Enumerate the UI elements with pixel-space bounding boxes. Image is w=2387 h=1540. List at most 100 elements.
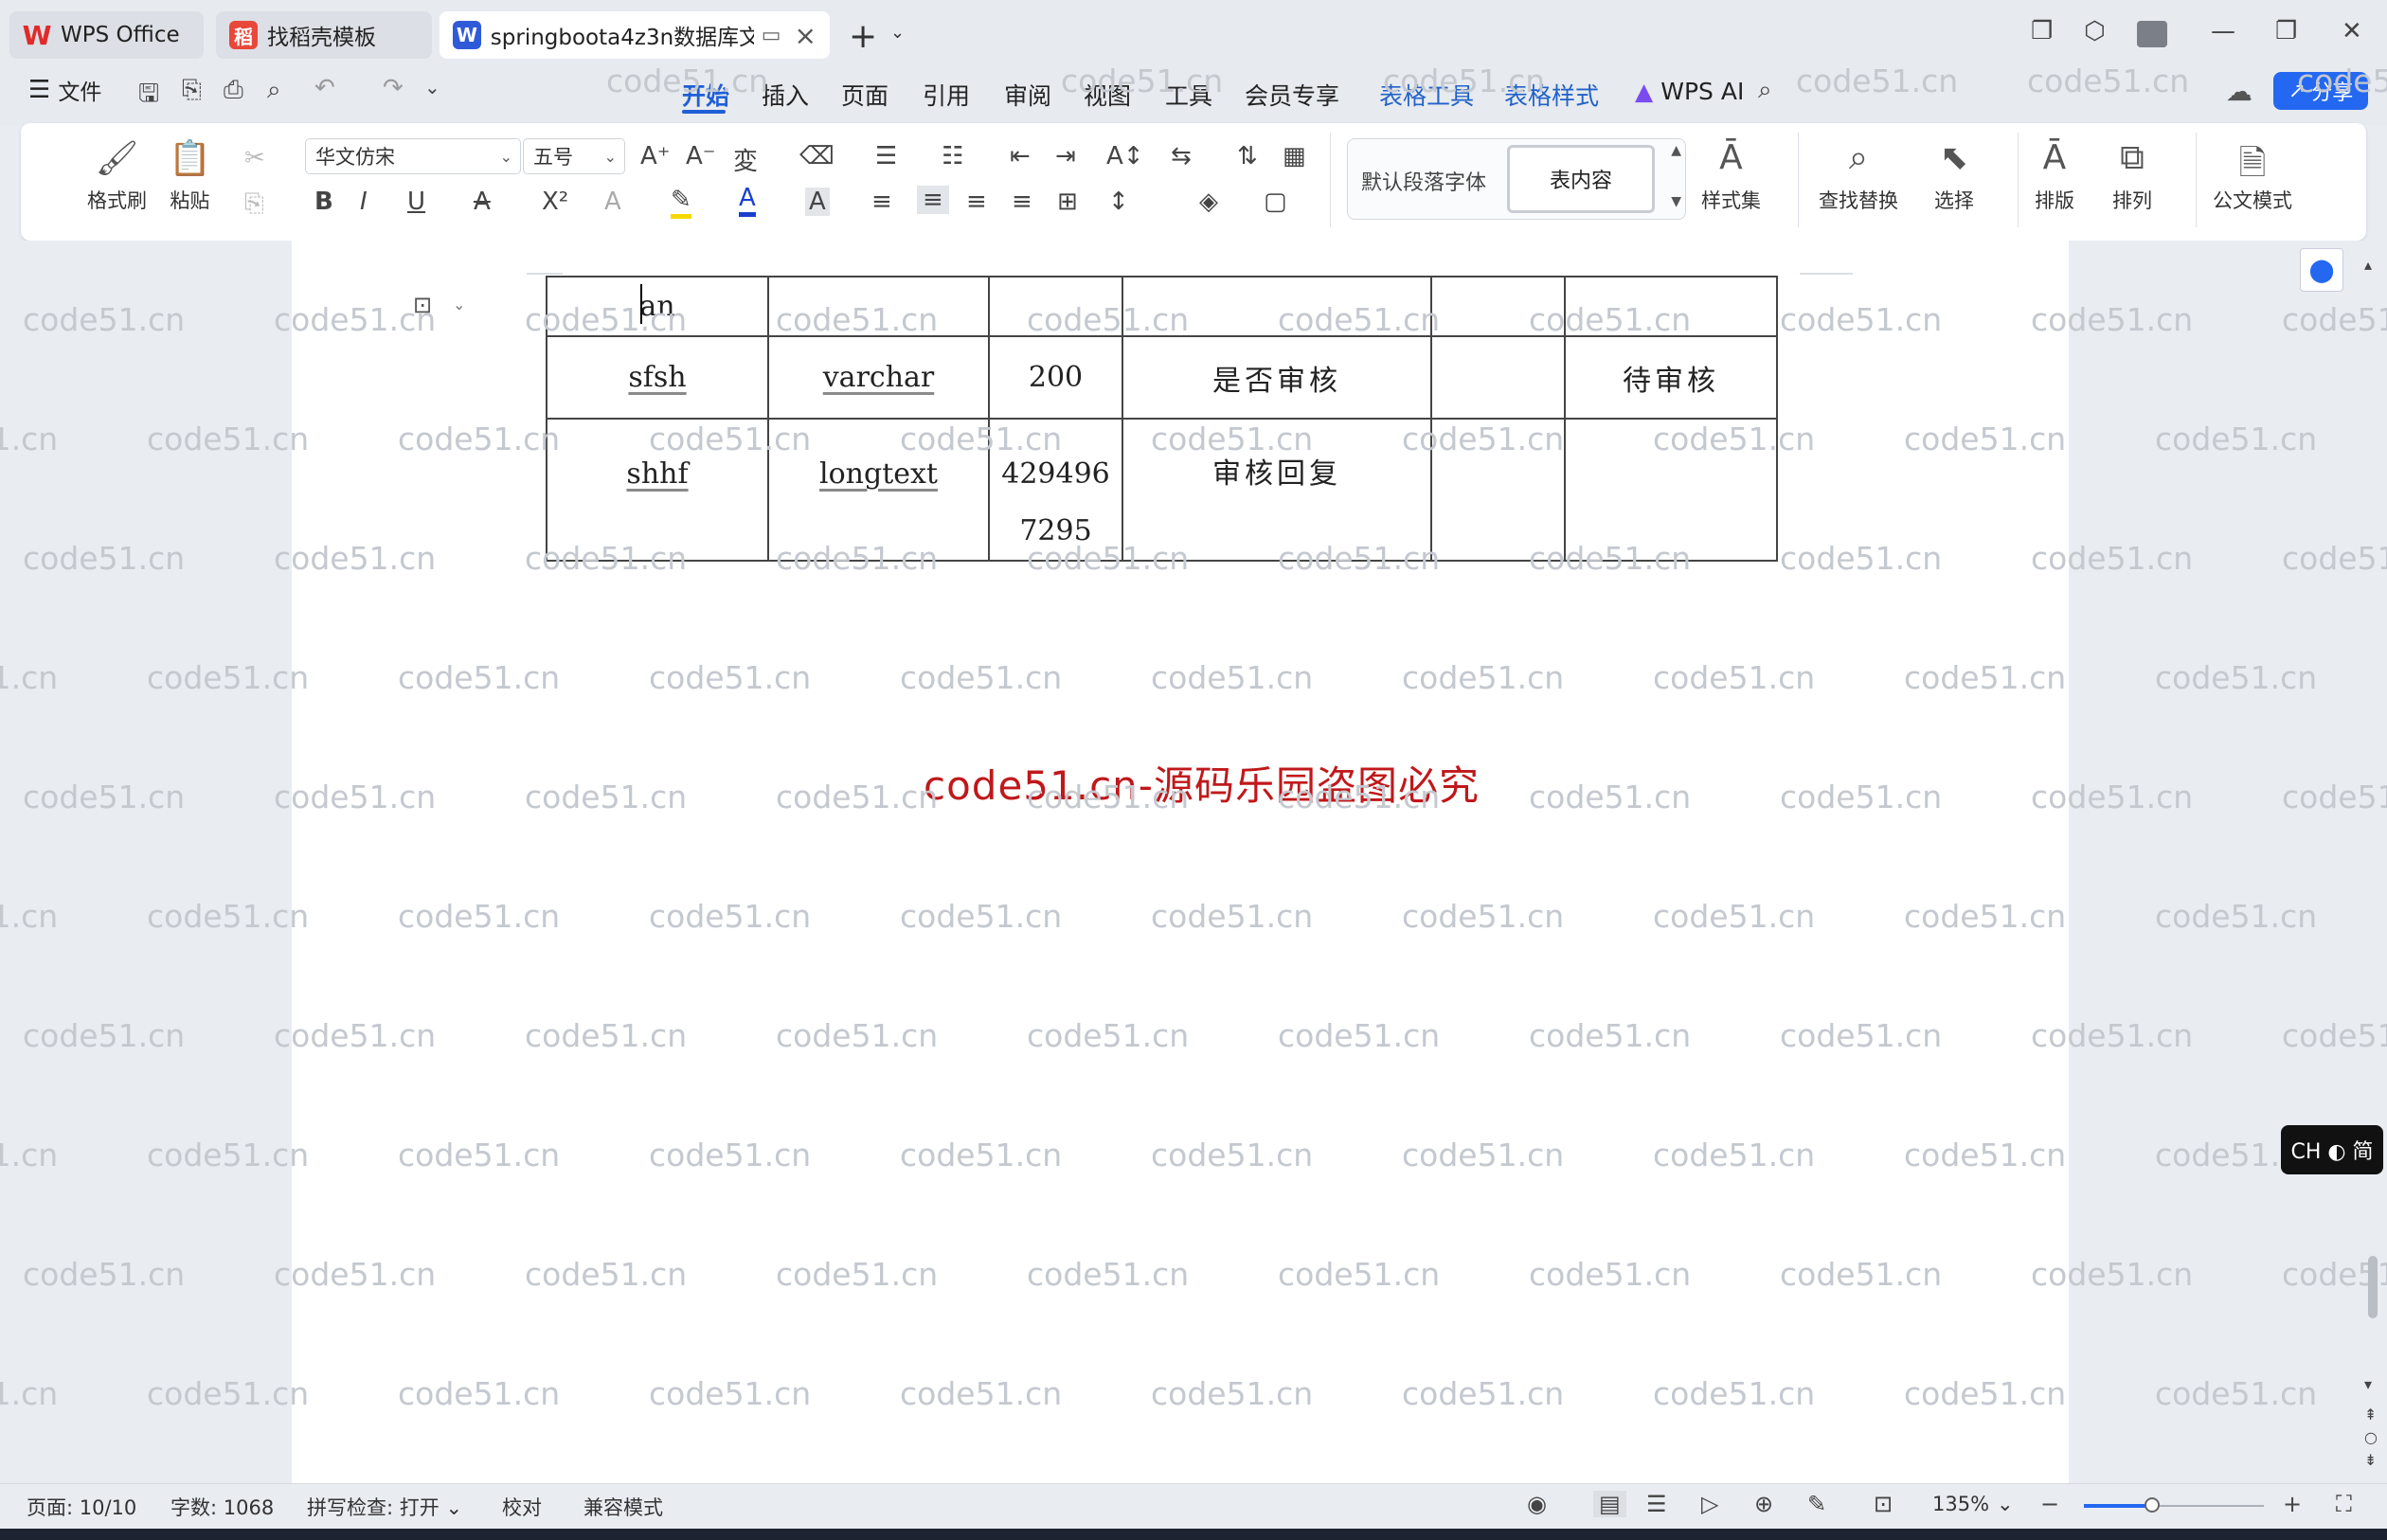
cube-icon[interactable]: ⬡: [2084, 17, 2106, 45]
chevron-down-icon[interactable]: ▼: [1671, 194, 1681, 209]
table-cell[interactable]: sfsh: [546, 335, 769, 420]
share-button[interactable]: ↗ 分享: [2273, 72, 2368, 110]
menu-reference[interactable]: 引用: [923, 78, 970, 112]
zoom-level[interactable]: 135%: [1932, 1493, 1989, 1515]
table-cell[interactable]: shhf: [546, 418, 769, 562]
save-icon[interactable]: 🖫: [138, 76, 159, 117]
align-left-icon[interactable]: ≡: [871, 188, 892, 216]
redo-icon[interactable]: ↷: [383, 74, 404, 102]
menu-view[interactable]: 视图: [1084, 78, 1131, 112]
page-indicator[interactable]: 页面: 10/10: [27, 1493, 136, 1521]
menu-wps-ai[interactable]: ▲ WPS AI: [1635, 78, 1744, 105]
table-cell[interactable]: 审核回复: [1122, 418, 1432, 562]
scroll-down-icon[interactable]: ▾: [2364, 1375, 2372, 1393]
bold-icon[interactable]: B: [314, 188, 333, 216]
numbered-list-icon[interactable]: ☷: [942, 142, 963, 170]
menu-review[interactable]: 审阅: [1004, 78, 1051, 112]
select-browse-icon[interactable]: ○: [2364, 1428, 2378, 1446]
chevron-down-icon[interactable]: ⌄: [1997, 1493, 2014, 1515]
arrange-button[interactable]: ⧉ 排列: [2112, 138, 2152, 214]
increase-indent-icon[interactable]: ⇥: [1055, 142, 1076, 170]
paste-button[interactable]: 📋 粘贴: [169, 138, 211, 214]
show-marks-icon[interactable]: ▦: [1283, 142, 1306, 170]
find-replace-button[interactable]: ⌕ 查找替换: [1819, 138, 1898, 214]
chevron-up-icon[interactable]: ▲: [1671, 143, 1681, 158]
decrease-indent-icon[interactable]: ⇤: [1010, 142, 1031, 170]
ime-indicator[interactable]: CH ◐ 简: [2281, 1125, 2383, 1174]
avatar[interactable]: [2137, 21, 2167, 47]
chevron-down-icon[interactable]: ⌄: [890, 23, 905, 43]
table-cell[interactable]: longtext: [767, 418, 990, 562]
file-menu[interactable]: ☰ 文件: [28, 74, 101, 106]
underline-icon[interactable]: U: [407, 188, 425, 216]
search-icon[interactable]: ⌕: [1758, 76, 1772, 105]
scroll-up-icon[interactable]: ▴: [2364, 256, 2372, 274]
table-cell[interactable]: [988, 276, 1123, 337]
style-gallery[interactable]: 默认段落字体 表内容 ▲ ▼: [1347, 138, 1686, 220]
export-icon[interactable]: ⎘: [182, 76, 202, 105]
tab-wps-office[interactable]: W WPS Office: [9, 11, 204, 59]
restore-icon[interactable]: ❐: [2275, 17, 2297, 45]
eye-icon[interactable]: ◉: [1527, 1491, 1547, 1517]
shading-icon[interactable]: ◈: [1199, 188, 1218, 216]
print-icon[interactable]: ⎙: [224, 76, 243, 105]
menu-table-style[interactable]: 表格样式: [1504, 78, 1599, 112]
tab-document[interactable]: W springboota4z3n数据库文档 ▭ ×: [440, 11, 830, 59]
table-cell[interactable]: an: [546, 276, 769, 337]
text-direction-icon[interactable]: A↕: [1106, 142, 1144, 170]
vertical-scrollbar[interactable]: [2368, 1256, 2378, 1318]
style-table-content[interactable]: 表内容: [1507, 145, 1655, 213]
fullscreen-icon[interactable]: ⛶: [2336, 1491, 2352, 1517]
menu-table-tools[interactable]: 表格工具: [1379, 78, 1474, 112]
table-cell[interactable]: [1564, 276, 1778, 337]
text-effect-icon[interactable]: A: [604, 188, 621, 216]
style-default-paragraph[interactable]: 默认段落字体: [1361, 166, 1486, 196]
fit-page-icon[interactable]: ⊡: [1874, 1491, 1893, 1517]
prev-page-icon[interactable]: ⇞: [2364, 1406, 2377, 1424]
chevron-down-icon[interactable]: ⌄: [424, 76, 440, 98]
table-cell[interactable]: [1430, 335, 1566, 420]
undo-icon[interactable]: ↶: [314, 74, 335, 102]
format-painter-button[interactable]: 🖌 格式刷: [87, 138, 147, 214]
official-mode-button[interactable]: 🗎 公文模式: [2213, 138, 2292, 214]
font-size-select[interactable]: 五号 ⌄: [523, 138, 625, 174]
table-cell[interactable]: 429496 7295: [988, 418, 1123, 562]
char-shading-icon[interactable]: A: [805, 188, 830, 216]
border-icon[interactable]: ▢: [1264, 188, 1287, 216]
close-tab-icon[interactable]: ×: [795, 20, 817, 51]
superscript-icon[interactable]: X²: [542, 188, 568, 216]
table-cell[interactable]: [1564, 418, 1778, 562]
italic-icon[interactable]: I: [360, 188, 368, 216]
proofread-button[interactable]: 校对: [502, 1493, 542, 1521]
table-cell[interactable]: [1430, 418, 1566, 562]
font-name-select[interactable]: 华文仿宋 ⌄: [305, 138, 521, 174]
new-tab-button[interactable]: +: [849, 17, 877, 56]
play-icon[interactable]: ▷: [1701, 1491, 1718, 1517]
table-cell[interactable]: 200: [988, 335, 1123, 420]
zoom-out-icon[interactable]: −: [2040, 1491, 2059, 1517]
table-handle-icon[interactable]: ⊡: [413, 292, 432, 318]
pen-icon[interactable]: ✎: [1807, 1491, 1826, 1517]
increase-font-icon[interactable]: A⁺: [640, 142, 671, 170]
table-cell[interactable]: 是否审核: [1122, 335, 1432, 420]
location-pin-icon[interactable]: ⬤: [2300, 248, 2343, 292]
cut-icon[interactable]: ✂: [244, 144, 265, 172]
decrease-font-icon[interactable]: A⁻: [686, 142, 716, 170]
table-cell[interactable]: 待审核: [1564, 335, 1778, 420]
distribute-icon[interactable]: ⊞: [1057, 188, 1078, 216]
next-page-icon[interactable]: ⇟: [2364, 1451, 2377, 1469]
table-cell[interactable]: varchar: [767, 335, 990, 420]
word-count[interactable]: 字数: 1068: [170, 1493, 274, 1521]
font-color-icon[interactable]: A: [739, 184, 756, 217]
style-set-button[interactable]: Ā 样式集: [1701, 138, 1761, 214]
outline-view-icon[interactable]: ☰: [1646, 1491, 1667, 1517]
print-preview-icon[interactable]: ⌕: [267, 76, 281, 105]
align-center-icon[interactable]: ≡: [917, 186, 949, 214]
minimize-icon[interactable]: —: [2211, 17, 2235, 45]
strikethrough-icon[interactable]: A: [474, 188, 491, 216]
highlight-icon[interactable]: ✎: [671, 186, 691, 219]
chevron-down-icon[interactable]: ⌄: [453, 295, 465, 313]
menu-home[interactable]: 开始: [682, 78, 729, 112]
table-cell[interactable]: [1430, 276, 1566, 337]
page-view-icon[interactable]: ▤: [1593, 1491, 1626, 1517]
